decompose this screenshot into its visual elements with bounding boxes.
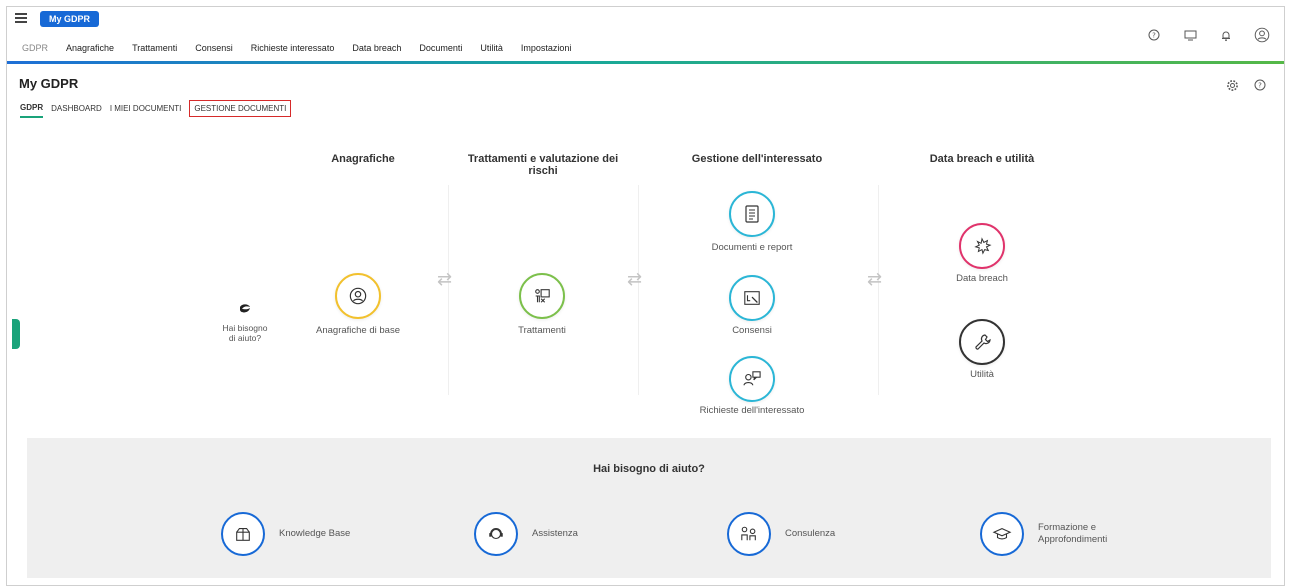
formazione-label-line1: Formazione e — [1038, 522, 1097, 533]
signature-icon — [744, 291, 760, 305]
open-box-icon — [236, 528, 250, 541]
data-breach-label: Data breach — [956, 273, 1008, 284]
richieste-interessato-label: Richieste dell'interessato — [699, 405, 805, 416]
document-icon — [745, 205, 759, 223]
help-shortcut[interactable]: Hai bisogno di aiuto? — [215, 303, 275, 343]
menu-item-impostazioni[interactable]: Impostazioni — [521, 43, 572, 53]
headset-icon — [489, 528, 503, 540]
bell-icon[interactable] — [1218, 27, 1234, 43]
utilita-button[interactable] — [959, 319, 1005, 365]
assistenza-label: Assistenza — [532, 528, 578, 539]
question-circle-icon[interactable]: ? — [1252, 77, 1268, 93]
formazione-label: Formazione e Approfondimenti — [1038, 522, 1107, 546]
hamburger-icon[interactable] — [15, 13, 27, 23]
menu-item-utilita[interactable]: Utilità — [480, 43, 503, 53]
utilita-label: Utilità — [970, 369, 994, 380]
data-breach-button[interactable] — [959, 223, 1005, 269]
support-logo-icon — [240, 304, 250, 313]
side-panel-toggle[interactable] — [12, 319, 20, 349]
trattamenti-label: Trattamenti — [518, 325, 566, 336]
column-divider — [638, 185, 639, 395]
help-panel: Hai bisogno di aiuto? Knowledge Base Ass… — [27, 438, 1271, 578]
column-divider — [448, 185, 449, 395]
tab-gdpr[interactable]: GDPR — [20, 103, 44, 118]
trattamenti-button[interactable] — [519, 273, 565, 319]
gear-icon[interactable] — [1224, 77, 1240, 93]
column-title-trattamenti: Trattamenti e valutazione dei rischi — [455, 153, 631, 177]
app-frame: My GDPR GDPR Anagrafiche Trattamenti Con… — [6, 6, 1285, 586]
exchange-arrows-icon: ⇄ — [437, 269, 453, 289]
column-title-anagrafiche: Anagrafiche — [331, 153, 395, 165]
graduation-cap-icon — [992, 528, 1012, 540]
column-divider — [878, 185, 879, 395]
sub-tabs: GDPR DASHBOARD I MIEI DOCUMENTI GESTIONE… — [20, 100, 299, 118]
menu-item-trattamenti[interactable]: Trattamenti — [132, 43, 177, 53]
tab-i-miei-documenti[interactable]: I MIEI DOCUMENTI — [110, 104, 182, 117]
wrench-icon — [975, 334, 991, 350]
question-circle-icon[interactable]: ? — [1146, 27, 1162, 43]
main-menu: GDPR Anagrafiche Trattamenti Consensi Ri… — [22, 43, 589, 53]
column-title-trattamenti-line1: Trattamenti e valutazione dei — [467, 153, 619, 165]
formazione-link[interactable]: Formazione e Approfondimenti — [980, 512, 1107, 556]
menu-item-anagrafiche[interactable]: Anagrafiche — [66, 43, 114, 53]
menu-item-consensi[interactable]: Consensi — [195, 43, 233, 53]
user-circle-icon — [349, 287, 367, 305]
knowledge-base-circle — [221, 512, 265, 556]
help-shortcut-line2: di aiuto? — [228, 333, 262, 343]
documenti-report-button[interactable] — [729, 191, 775, 237]
column-title-breach: Data breach e utilità — [929, 153, 1035, 165]
tab-dashboard[interactable]: DASHBOARD — [51, 104, 102, 117]
header-actions: ? — [1224, 77, 1268, 93]
richieste-interessato-button[interactable] — [729, 356, 775, 402]
assistenza-link[interactable]: Assistenza — [474, 512, 578, 556]
formazione-label-line2: Approfondimenti — [1038, 534, 1108, 545]
documenti-report-label: Documenti e report — [711, 242, 793, 253]
page-title: My GDPR — [19, 76, 79, 91]
assistenza-circle — [474, 512, 518, 556]
menu-item-documenti[interactable]: Documenti — [419, 43, 462, 53]
app-switcher-pill[interactable]: My GDPR — [40, 11, 100, 27]
consultants-icon — [741, 526, 756, 541]
user-chat-icon — [743, 371, 761, 386]
consensi-label: Consensi — [732, 325, 772, 336]
column-title-trattamenti-line2: rischi — [528, 165, 558, 177]
anagrafiche-base-button[interactable] — [335, 273, 381, 319]
consulenza-link[interactable]: Consulenza — [727, 512, 835, 556]
consensi-button[interactable] — [729, 275, 775, 321]
consulenza-circle — [727, 512, 771, 556]
formazione-circle — [980, 512, 1024, 556]
menu-item-data-breach[interactable]: Data breach — [352, 43, 401, 53]
tab-gestione-documenti[interactable]: GESTIONE DOCUMENTI — [189, 100, 292, 117]
anagrafiche-base-label: Anagrafiche di base — [316, 325, 400, 336]
help-panel-title: Hai bisogno di aiuto? — [593, 463, 705, 475]
knowledge-base-link[interactable]: Knowledge Base — [221, 512, 350, 556]
monitor-icon[interactable] — [1182, 27, 1198, 43]
svg-text:?: ? — [1152, 32, 1156, 40]
exchange-arrows-icon: ⇄ — [867, 269, 883, 289]
svg-text:?: ? — [1258, 82, 1262, 90]
column-title-interessato: Gestione dell'interessato — [691, 153, 823, 165]
exchange-arrows-icon: ⇄ — [627, 269, 643, 289]
top-right-icons: ? — [1146, 27, 1270, 43]
help-shortcut-line1: Hai bisogno — [222, 323, 268, 333]
knowledge-base-label: Knowledge Base — [279, 528, 351, 539]
consulenza-label: Consulenza — [785, 528, 836, 539]
top-navigation-bar: My GDPR GDPR Anagrafiche Trattamenti Con… — [7, 7, 1284, 64]
menu-item-gdpr[interactable]: GDPR — [22, 43, 48, 53]
user-circle-icon[interactable] — [1254, 27, 1270, 43]
presentation-icon — [535, 289, 550, 303]
explosion-icon — [974, 237, 992, 255]
menu-item-richieste-interessato[interactable]: Richieste interessato — [251, 43, 335, 53]
